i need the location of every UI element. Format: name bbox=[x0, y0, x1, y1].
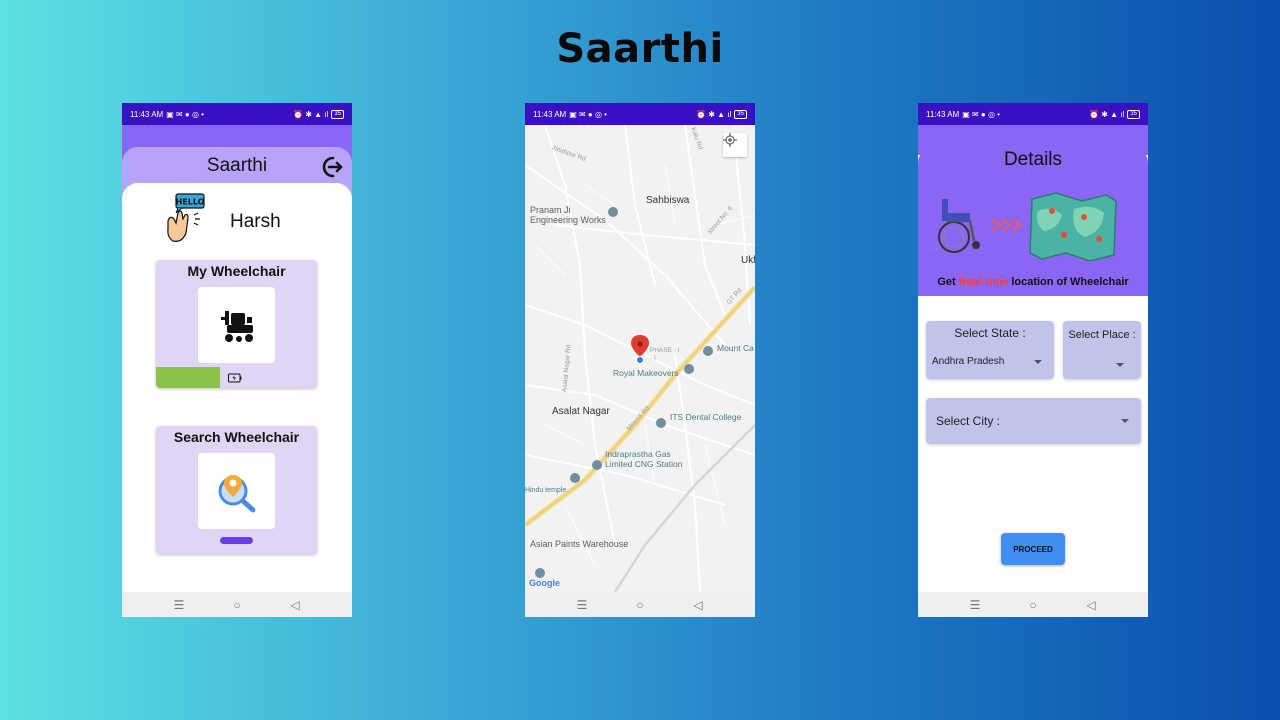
search-wheelchair-card[interactable]: Search Wheelchair bbox=[156, 426, 317, 554]
map-label: Sahbiswa bbox=[646, 195, 690, 206]
details-tagline: Get Real-time location of Wheelchair bbox=[918, 276, 1148, 288]
search-image bbox=[198, 453, 275, 529]
city-select[interactable]: Select City : bbox=[926, 398, 1141, 444]
home-circle-icon[interactable]: ○ bbox=[1026, 598, 1040, 612]
status-time: 11:43 AM bbox=[130, 109, 164, 119]
status-bar: 11:43 AM ▣ ✉ ● ◎ • ⏰ ✱ ▲ ıl 35 bbox=[122, 103, 352, 125]
page-title: Saarthi bbox=[556, 26, 724, 72]
map-label: Asalat Nagar bbox=[552, 406, 610, 417]
map-label: Ukh bbox=[741, 255, 755, 266]
battery-icon: 35 bbox=[734, 109, 747, 119]
card-indicator bbox=[220, 537, 253, 544]
logout-icon[interactable] bbox=[320, 155, 344, 179]
chevron-down-icon bbox=[1116, 363, 1124, 367]
wheelchair-icon bbox=[938, 198, 980, 253]
signal-icons: ⏰ ✱ ▲ ıl bbox=[1089, 109, 1125, 119]
details-screen: 11:43 AM ▣ ✉ ● ◎ • ⏰ ✱ ▲ ıl 35 Details G… bbox=[918, 103, 1148, 617]
map-label: Royal Makeovers bbox=[613, 368, 679, 378]
world-map-icon bbox=[1029, 192, 1117, 261]
wheelchair-map-illustration bbox=[938, 192, 1117, 261]
home-screen: 11:43 AM ▣ ✉ ● ◎ • ⏰ ✱ ▲ ıl 35 Saarthi H… bbox=[122, 103, 352, 617]
map-label: ITS Dental College bbox=[670, 412, 742, 422]
place-select-label: Select Place : bbox=[1068, 329, 1136, 341]
google-map[interactable]: Sahbiswa Pranam Ji Engineering Works Ukh… bbox=[525, 125, 755, 592]
recent-apps-icon[interactable]: ☰ bbox=[968, 598, 982, 612]
map-label: Mount Ca bbox=[717, 343, 754, 353]
battery-level-bar bbox=[156, 367, 221, 388]
tagline-highlight: Real-time bbox=[958, 276, 1009, 288]
signal-icons: ⏰ ✱ ▲ ıl bbox=[293, 109, 329, 119]
back-triangle-icon[interactable]: ◁ bbox=[691, 598, 705, 612]
card-title: Search Wheelchair bbox=[173, 429, 300, 445]
my-wheelchair-card[interactable]: My Wheelchair bbox=[156, 260, 317, 388]
android-nav-bar: ☰ ○ ◁ bbox=[918, 592, 1148, 617]
tagline-prefix: Get bbox=[937, 276, 956, 288]
state-select[interactable]: Select State : Andhra Pradesh bbox=[926, 321, 1054, 379]
recent-apps-icon[interactable]: ☰ bbox=[172, 598, 186, 612]
user-name: Harsh bbox=[230, 211, 281, 232]
status-bar: 11:43 AM ▣ ✉ ● ◎ • ⏰ ✱ ▲ ıl 35 bbox=[525, 103, 755, 125]
android-nav-bar: ☰ ○ ◁ bbox=[122, 592, 352, 617]
map-roads bbox=[525, 125, 755, 592]
app-title: Saarthi bbox=[206, 155, 268, 176]
recent-apps-icon[interactable]: ☰ bbox=[575, 598, 589, 612]
battery-charging-icon bbox=[228, 373, 242, 383]
map-label: PHASE - I - I bbox=[650, 347, 680, 362]
place-select[interactable]: Select Place : bbox=[1063, 321, 1141, 379]
chevron-down-icon bbox=[1034, 360, 1042, 364]
status-time: 11:43 AM bbox=[926, 109, 960, 119]
back-triangle-icon[interactable]: ◁ bbox=[1084, 598, 1098, 612]
notification-icons: ▣ ✉ ● ◎ • bbox=[962, 109, 1000, 119]
crosshair-icon bbox=[723, 133, 737, 147]
state-select-value: Andhra Pradesh bbox=[932, 356, 1005, 367]
power-wheelchair-icon bbox=[220, 311, 253, 342]
hello-badge-text: HELLO bbox=[176, 198, 205, 207]
map-label: Indraprastha Gas Limited CNG Station bbox=[605, 449, 683, 469]
notification-icons: ▣ ✉ ● ◎ • bbox=[166, 109, 204, 119]
map-label: Asian Paints Warehouse bbox=[530, 539, 629, 549]
notification-icons: ▣ ✉ ● ◎ • bbox=[569, 109, 607, 119]
map-label: Hindu temple bbox=[525, 487, 567, 494]
location-search-icon bbox=[218, 475, 255, 513]
android-nav-bar: ☰ ○ ◁ bbox=[525, 592, 755, 617]
city-select-label: Select City : bbox=[936, 414, 1001, 428]
state-select-label: Select State : bbox=[954, 326, 1026, 340]
arrows-icon bbox=[990, 219, 1022, 231]
battery-icon: 35 bbox=[1127, 109, 1140, 119]
details-title: Details bbox=[1003, 149, 1063, 170]
chevron-down-icon bbox=[1121, 419, 1129, 423]
map-label: Pranam Ji Engineering Works bbox=[530, 205, 606, 225]
wheelchair-image bbox=[198, 287, 275, 363]
status-time: 11:43 AM bbox=[533, 109, 567, 119]
status-bar: 11:43 AM ▣ ✉ ● ◎ • ⏰ ✱ ▲ ıl 35 bbox=[918, 103, 1148, 125]
tagline-suffix: location of Wheelchair bbox=[1011, 276, 1129, 288]
proceed-button[interactable]: PROCEED bbox=[1001, 533, 1065, 565]
home-circle-icon[interactable]: ○ bbox=[633, 598, 647, 612]
my-location-button[interactable] bbox=[723, 133, 747, 157]
battery-icon: 35 bbox=[331, 109, 344, 119]
back-triangle-icon[interactable]: ◁ bbox=[288, 598, 302, 612]
home-circle-icon[interactable]: ○ bbox=[230, 598, 244, 612]
google-logo: Google bbox=[529, 578, 560, 588]
hello-wave-icon: HELLO bbox=[167, 193, 205, 242]
map-screen: 11:43 AM ▣ ✉ ● ◎ • ⏰ ✱ ▲ ıl 35 Sahbiswa … bbox=[525, 103, 755, 617]
signal-icons: ⏰ ✱ ▲ ıl bbox=[696, 109, 732, 119]
card-title: My Wheelchair bbox=[187, 263, 286, 279]
